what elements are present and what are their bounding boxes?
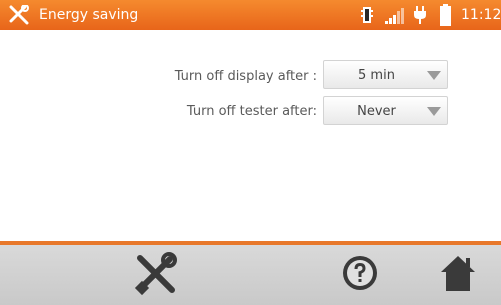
power-plug-icon [414, 6, 426, 24]
title-bar: Energy saving 11:12 [0, 0, 501, 30]
tester-timeout-select[interactable]: Never [323, 96, 448, 125]
clock: 11:12 [461, 7, 501, 23]
window-title: Energy saving [39, 7, 139, 23]
home-button[interactable] [440, 253, 476, 293]
home-icon [441, 256, 475, 291]
tester-timeout-label: Turn off tester after: [186, 104, 317, 119]
display-timeout-value: 5 min [358, 68, 395, 83]
tools-icon [134, 252, 177, 296]
dropdown-arrow-icon [427, 107, 441, 116]
dropdown-arrow-icon [427, 71, 441, 80]
signal-bars-icon [385, 8, 404, 24]
battery-icon [440, 4, 451, 26]
display-timeout-label: Turn off display after : [174, 69, 317, 84]
display-timeout-select[interactable]: 5 min [323, 60, 448, 89]
tools-icon [9, 5, 29, 25]
help-button[interactable] [340, 253, 380, 293]
tester-timeout-value: Never [357, 104, 396, 119]
help-icon [343, 256, 377, 290]
settings-button[interactable] [134, 252, 178, 296]
memory-chip-icon [361, 7, 373, 23]
settings-panel: Turn off display after : 5 min Turn off … [0, 30, 501, 241]
bottom-toolbar [0, 245, 501, 305]
